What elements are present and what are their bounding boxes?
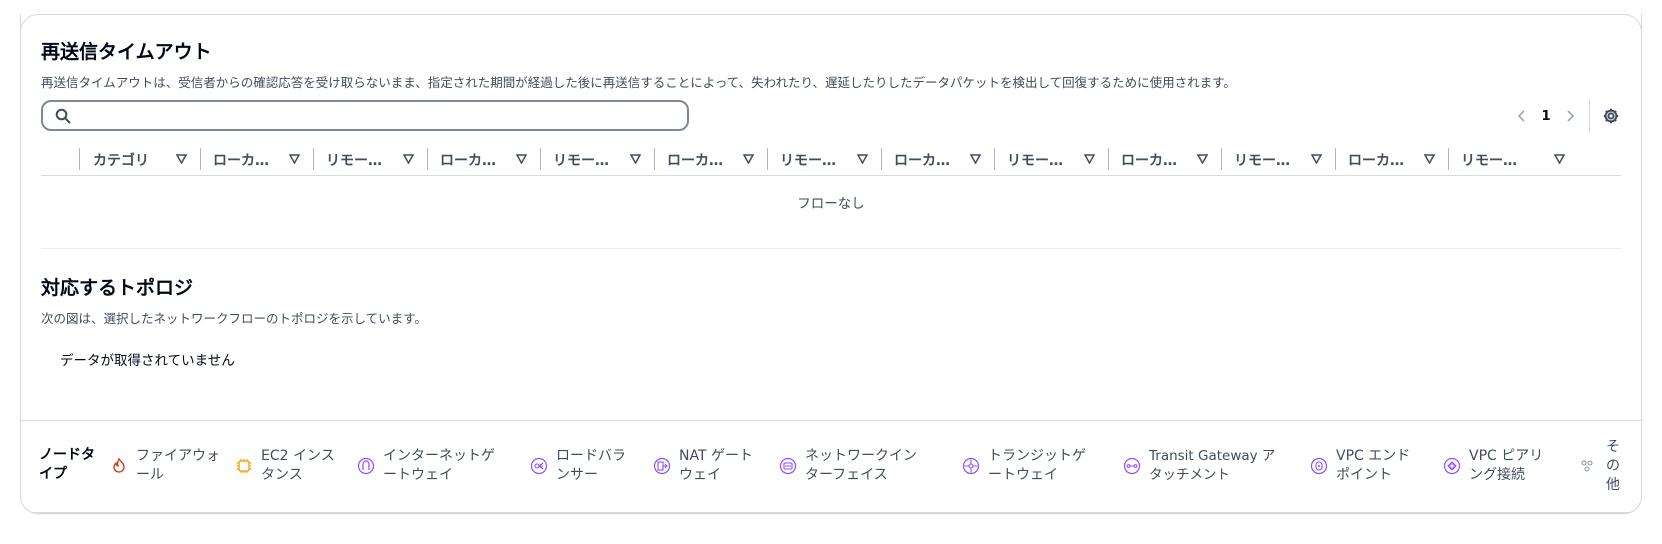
column-header-local[interactable]: ローカ… [201, 144, 314, 175]
legend-item-ec2: EC2 インスタンス [235, 446, 340, 486]
no-data-text: データが取得されていません [60, 353, 235, 369]
column-label: ローカ… [667, 153, 723, 169]
sort-caret-icon[interactable] [176, 154, 187, 164]
column-header-remote[interactable]: リモー… [1222, 144, 1336, 175]
search-icon [55, 108, 71, 128]
preferences-button[interactable] [1600, 105, 1622, 127]
sort-caret-icon[interactable] [1311, 154, 1322, 164]
legend-title: ノードタイプ [39, 447, 95, 482]
column-header-local[interactable]: ローカ… [655, 144, 768, 175]
legend-label: ネットワークインターフェイス [805, 448, 917, 483]
load-balancer-icon [530, 457, 548, 475]
column-header-category[interactable]: カテゴリ [81, 144, 201, 175]
column-header-remote[interactable]: リモー… [541, 144, 655, 175]
footer-divider [32, 512, 1630, 513]
column-label: リモー… [1461, 153, 1517, 169]
next-page-button[interactable] [1559, 105, 1581, 127]
firewall-icon [113, 457, 125, 473]
column-label: カテゴリ [93, 153, 149, 169]
column-header-local[interactable]: ローカ… [1109, 144, 1222, 175]
sort-caret-icon[interactable] [970, 154, 981, 164]
pager-divider [1589, 100, 1590, 132]
column-label: ローカ… [213, 153, 269, 169]
column-header-remote[interactable]: リモー… [995, 144, 1109, 175]
column-label: ローカ… [894, 153, 950, 169]
ec2-instance-icon [237, 459, 251, 473]
legend-label: VPC エンドポイント [1336, 448, 1411, 483]
column-label: リモー… [780, 153, 836, 169]
gear-icon [1603, 108, 1619, 124]
column-label: ローカ… [1121, 153, 1177, 169]
legend-item-other: その他 [1578, 439, 1620, 493]
column-label: リモー… [326, 153, 382, 169]
column-label: リモー… [1007, 153, 1063, 169]
legend-label: NAT ゲートウェイ [679, 448, 753, 483]
column-header-local[interactable]: ローカ… [1336, 144, 1449, 175]
search-input[interactable] [77, 104, 677, 127]
legend-item-internet-gateway: インターネットゲートウェイ [357, 446, 507, 486]
empty-state-text: フローなし [797, 196, 865, 212]
sort-caret-icon[interactable] [630, 154, 641, 164]
retransmit-description: 再送信タイムアウトは、受信者からの確認応答を受け取らないまま、指定された期間が経… [41, 75, 1236, 90]
legend-item-transit-gateway: トランジットゲートウェイ [962, 446, 1092, 486]
sort-caret-icon[interactable] [1084, 154, 1095, 164]
legend-item-load-balancer: ロードバランサー [530, 446, 630, 486]
current-page[interactable]: 1 [1533, 109, 1559, 124]
other-node-icon [1581, 460, 1593, 472]
column-divider [79, 148, 80, 170]
legend-item-vpc-peering: VPC ピアリング接続 [1443, 446, 1553, 486]
legend-label: ファイアウォール [136, 448, 220, 483]
legend-item-network-interface: ネットワークインターフェイス [779, 446, 929, 486]
legend-label: その他 [1606, 438, 1620, 493]
topology-description: 次の図は、選択したネットワークフローのトポロジを示しています。 [41, 311, 427, 326]
sort-caret-icon[interactable] [1197, 154, 1208, 164]
legend-label: インターネットゲートウェイ [383, 448, 495, 483]
network-interface-icon [779, 457, 797, 475]
column-header-local[interactable]: ローカ… [882, 144, 995, 175]
previous-page-button[interactable] [1511, 105, 1533, 127]
search-field[interactable] [41, 100, 689, 131]
vpc-endpoint-icon [1310, 457, 1328, 475]
table-header: カテゴリ ローカ… リモー… ローカ… リモー… ローカ… リモー… ローカ… [41, 144, 1621, 176]
legend-item-nat-gateway: NAT ゲートウェイ [653, 446, 763, 486]
retransmit-title: 再送信タイムアウト [41, 41, 212, 63]
sort-caret-icon[interactable] [403, 154, 414, 164]
legend-item-firewall: ファイアウォール [110, 446, 220, 486]
column-label: ローカ… [1348, 153, 1404, 169]
vpc-peering-icon [1443, 457, 1461, 475]
legend-divider [21, 420, 1641, 421]
legend-label: EC2 インスタンス [261, 448, 335, 483]
sort-caret-icon[interactable] [1424, 154, 1435, 164]
legend-label: VPC ピアリング接続 [1469, 448, 1544, 483]
sort-caret-icon[interactable] [743, 154, 754, 164]
column-label: リモー… [553, 153, 609, 169]
sort-caret-icon[interactable] [1554, 154, 1565, 164]
column-header-remote[interactable]: リモー… [1449, 144, 1565, 175]
legend-label: ロードバランサー [556, 448, 626, 483]
pagination: 1 [1511, 100, 1622, 132]
column-label: ローカ… [440, 153, 496, 169]
column-header-local[interactable]: ローカ… [428, 144, 541, 175]
legend-item-vpc-endpoint: VPC エンドポイント [1310, 446, 1420, 486]
chevron-right-icon [1567, 110, 1575, 122]
chevron-left-icon [1517, 110, 1525, 122]
transit-gateway-icon [962, 457, 980, 475]
topology-title: 対応するトポロジ [41, 277, 194, 299]
column-label: リモー… [1234, 153, 1290, 169]
section-divider [41, 248, 1621, 249]
legend-item-transit-gateway-attachment: Transit Gateway アタッチメント [1123, 446, 1288, 486]
legend-label: Transit Gateway アタッチメント [1149, 448, 1276, 483]
legend-label: トランジットゲートウェイ [988, 448, 1086, 483]
column-header-remote[interactable]: リモー… [314, 144, 428, 175]
column-header-remote[interactable]: リモー… [768, 144, 882, 175]
nat-gateway-icon [653, 457, 671, 475]
internet-gateway-icon [357, 457, 375, 475]
sort-caret-icon[interactable] [516, 154, 527, 164]
sort-caret-icon[interactable] [857, 154, 868, 164]
transit-gateway-attachment-icon [1123, 457, 1141, 475]
sort-caret-icon[interactable] [289, 154, 300, 164]
